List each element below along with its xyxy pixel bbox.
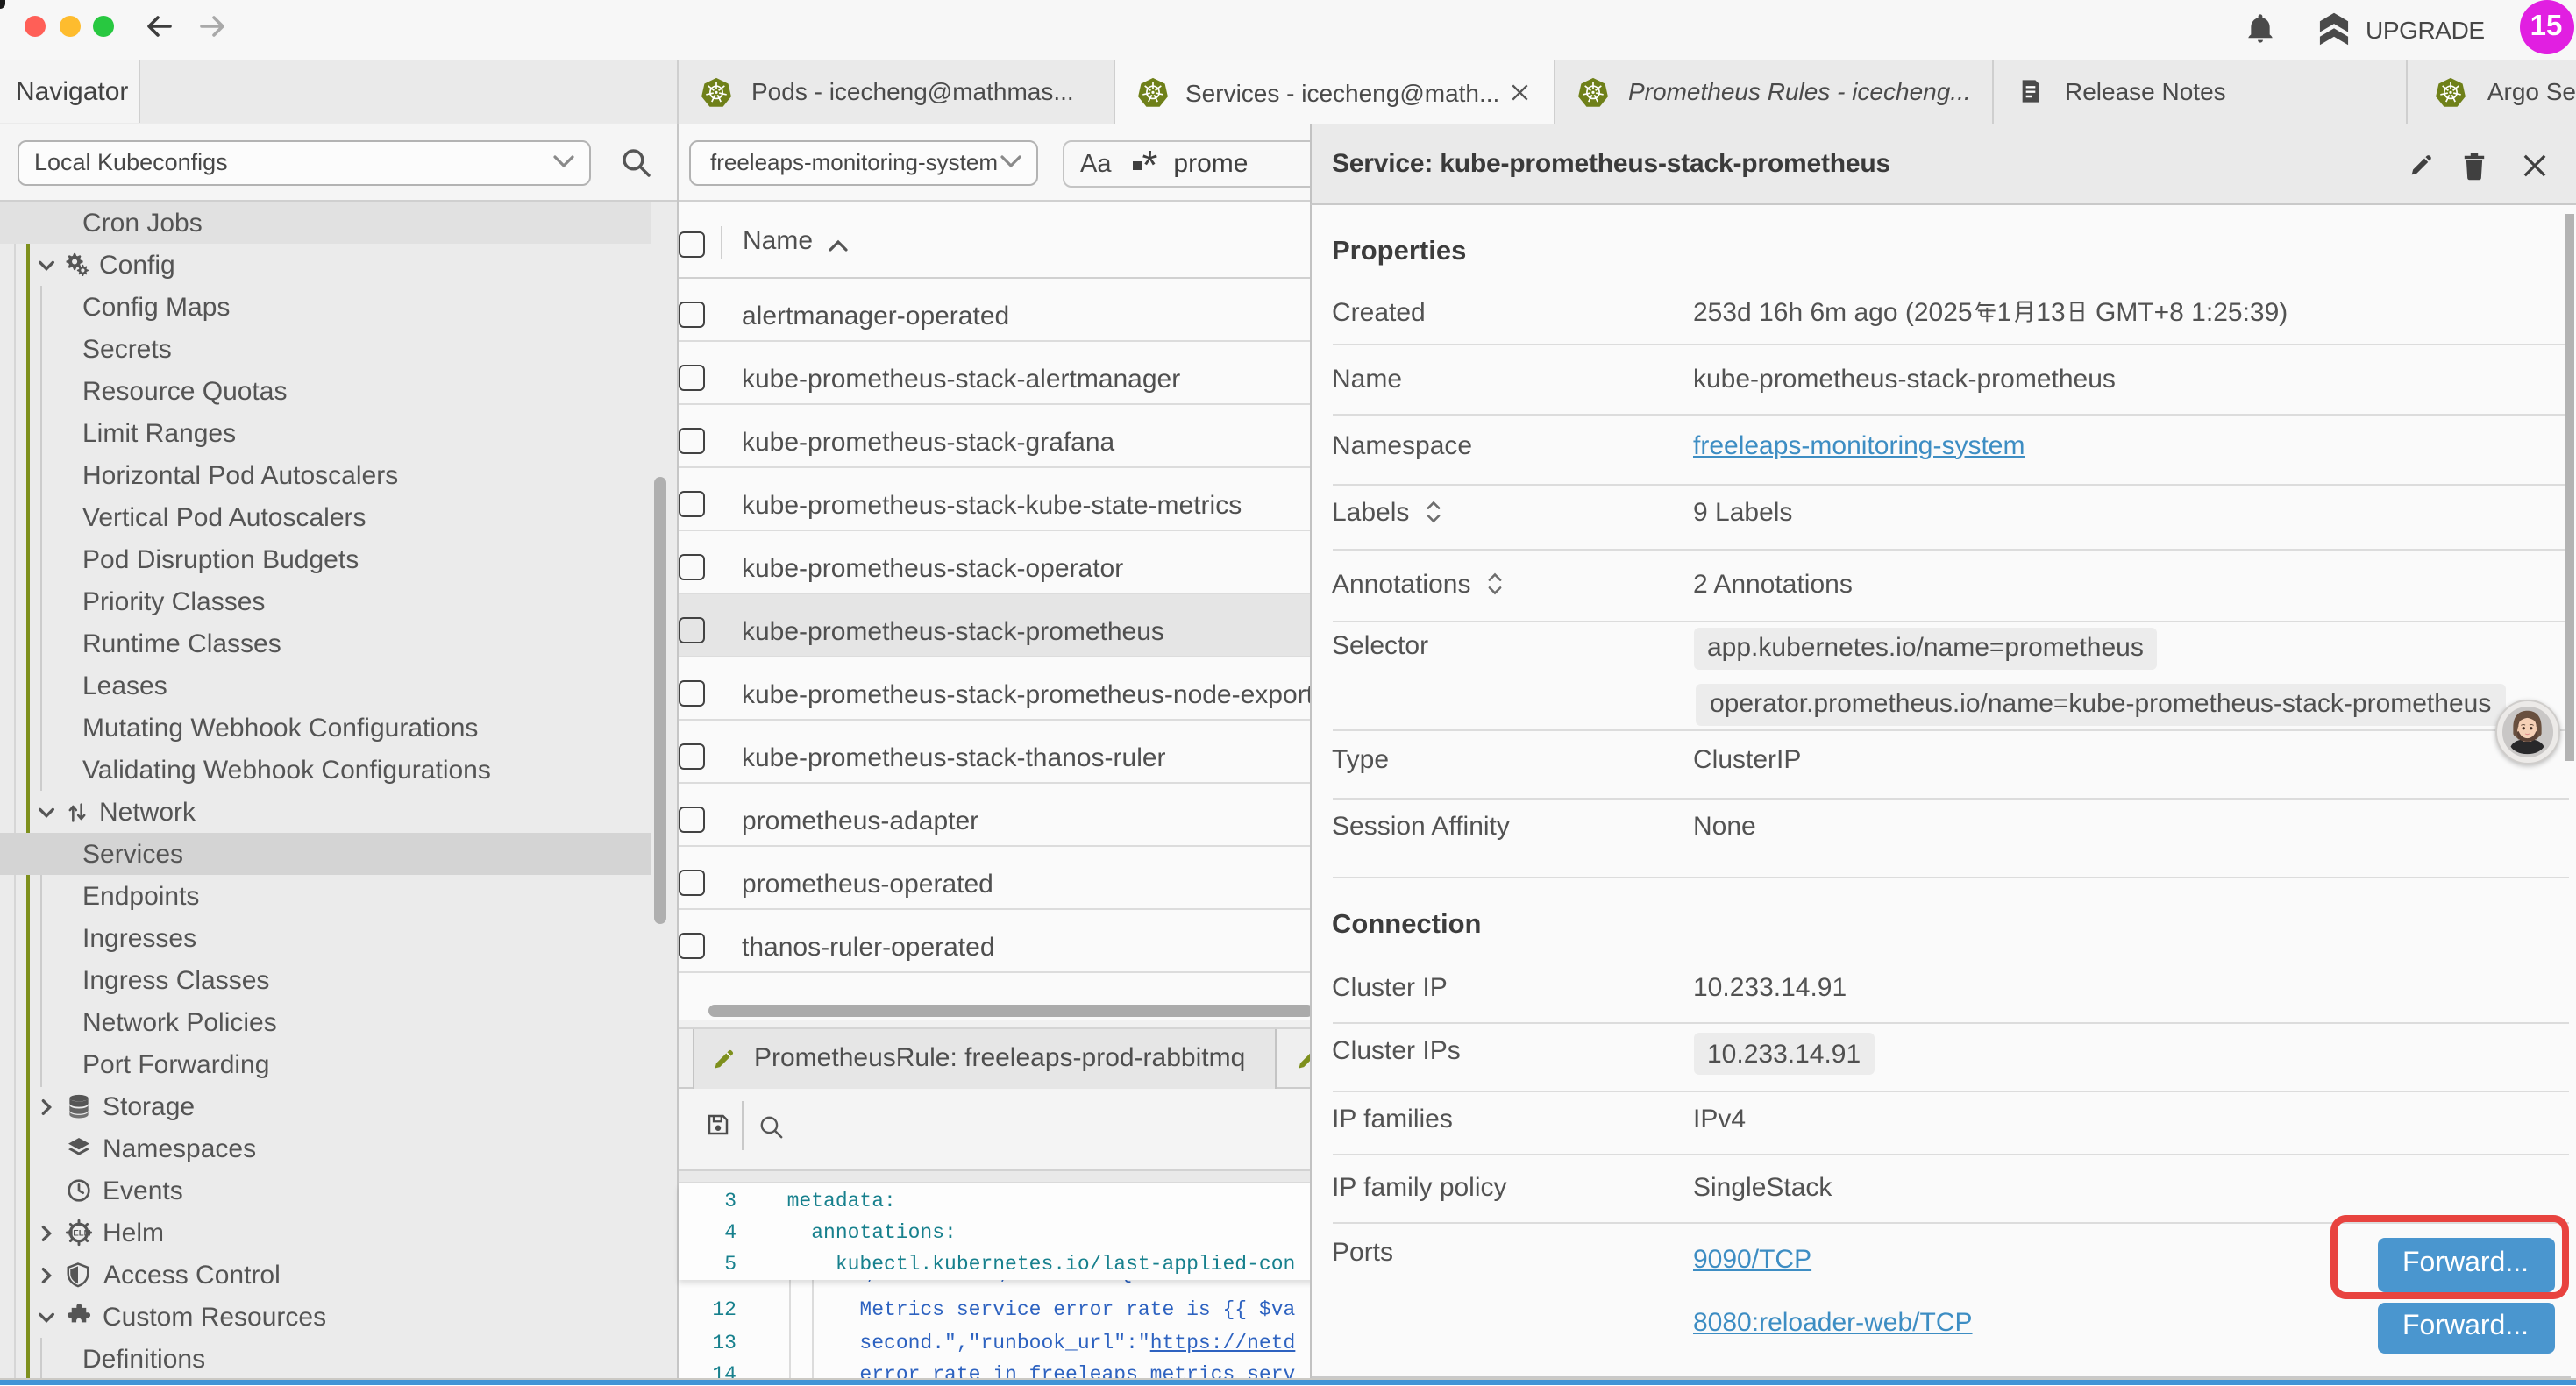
svg-text:HELM: HELM [67,1229,90,1239]
